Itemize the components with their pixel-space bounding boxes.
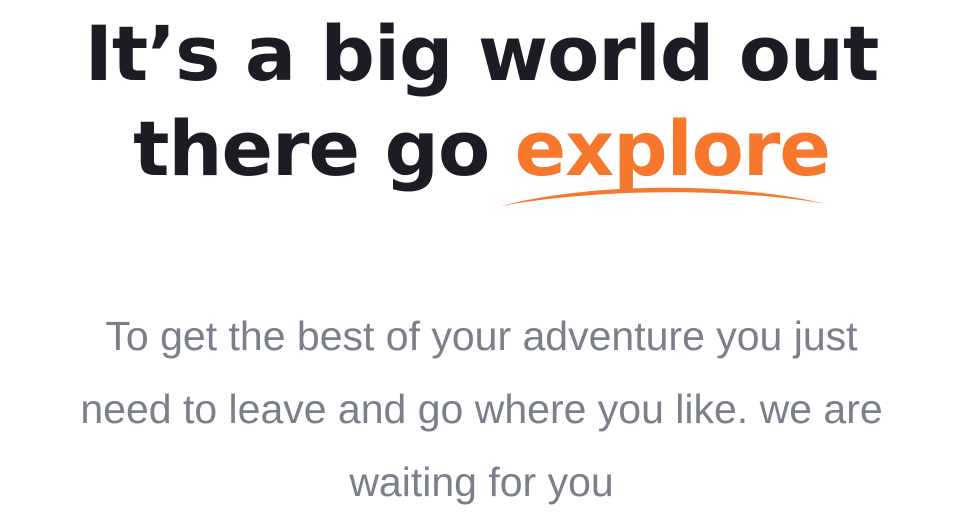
headline-line-2: there go explore xyxy=(0,101,963,206)
headline-line-1: It’s a big world out xyxy=(84,9,880,98)
hero-headline: It’s a big world out there go explore xyxy=(0,0,963,206)
hero-section: It’s a big world out there go explore To… xyxy=(0,0,963,517)
subtitle-line-1: To get the best of your adventure you ju… xyxy=(105,313,858,359)
subtitle-line-2: need to leave and go where you like. we … xyxy=(80,386,883,432)
headline-prefix: there go xyxy=(133,104,490,193)
swoosh-underline-path xyxy=(500,187,827,206)
swoosh-underline-icon xyxy=(500,187,827,206)
hero-subtitle: To get the best of your adventure you ju… xyxy=(0,300,963,519)
subtitle-line-3: waiting for you xyxy=(349,459,614,505)
accent-word-wrapper: explore xyxy=(500,101,831,206)
